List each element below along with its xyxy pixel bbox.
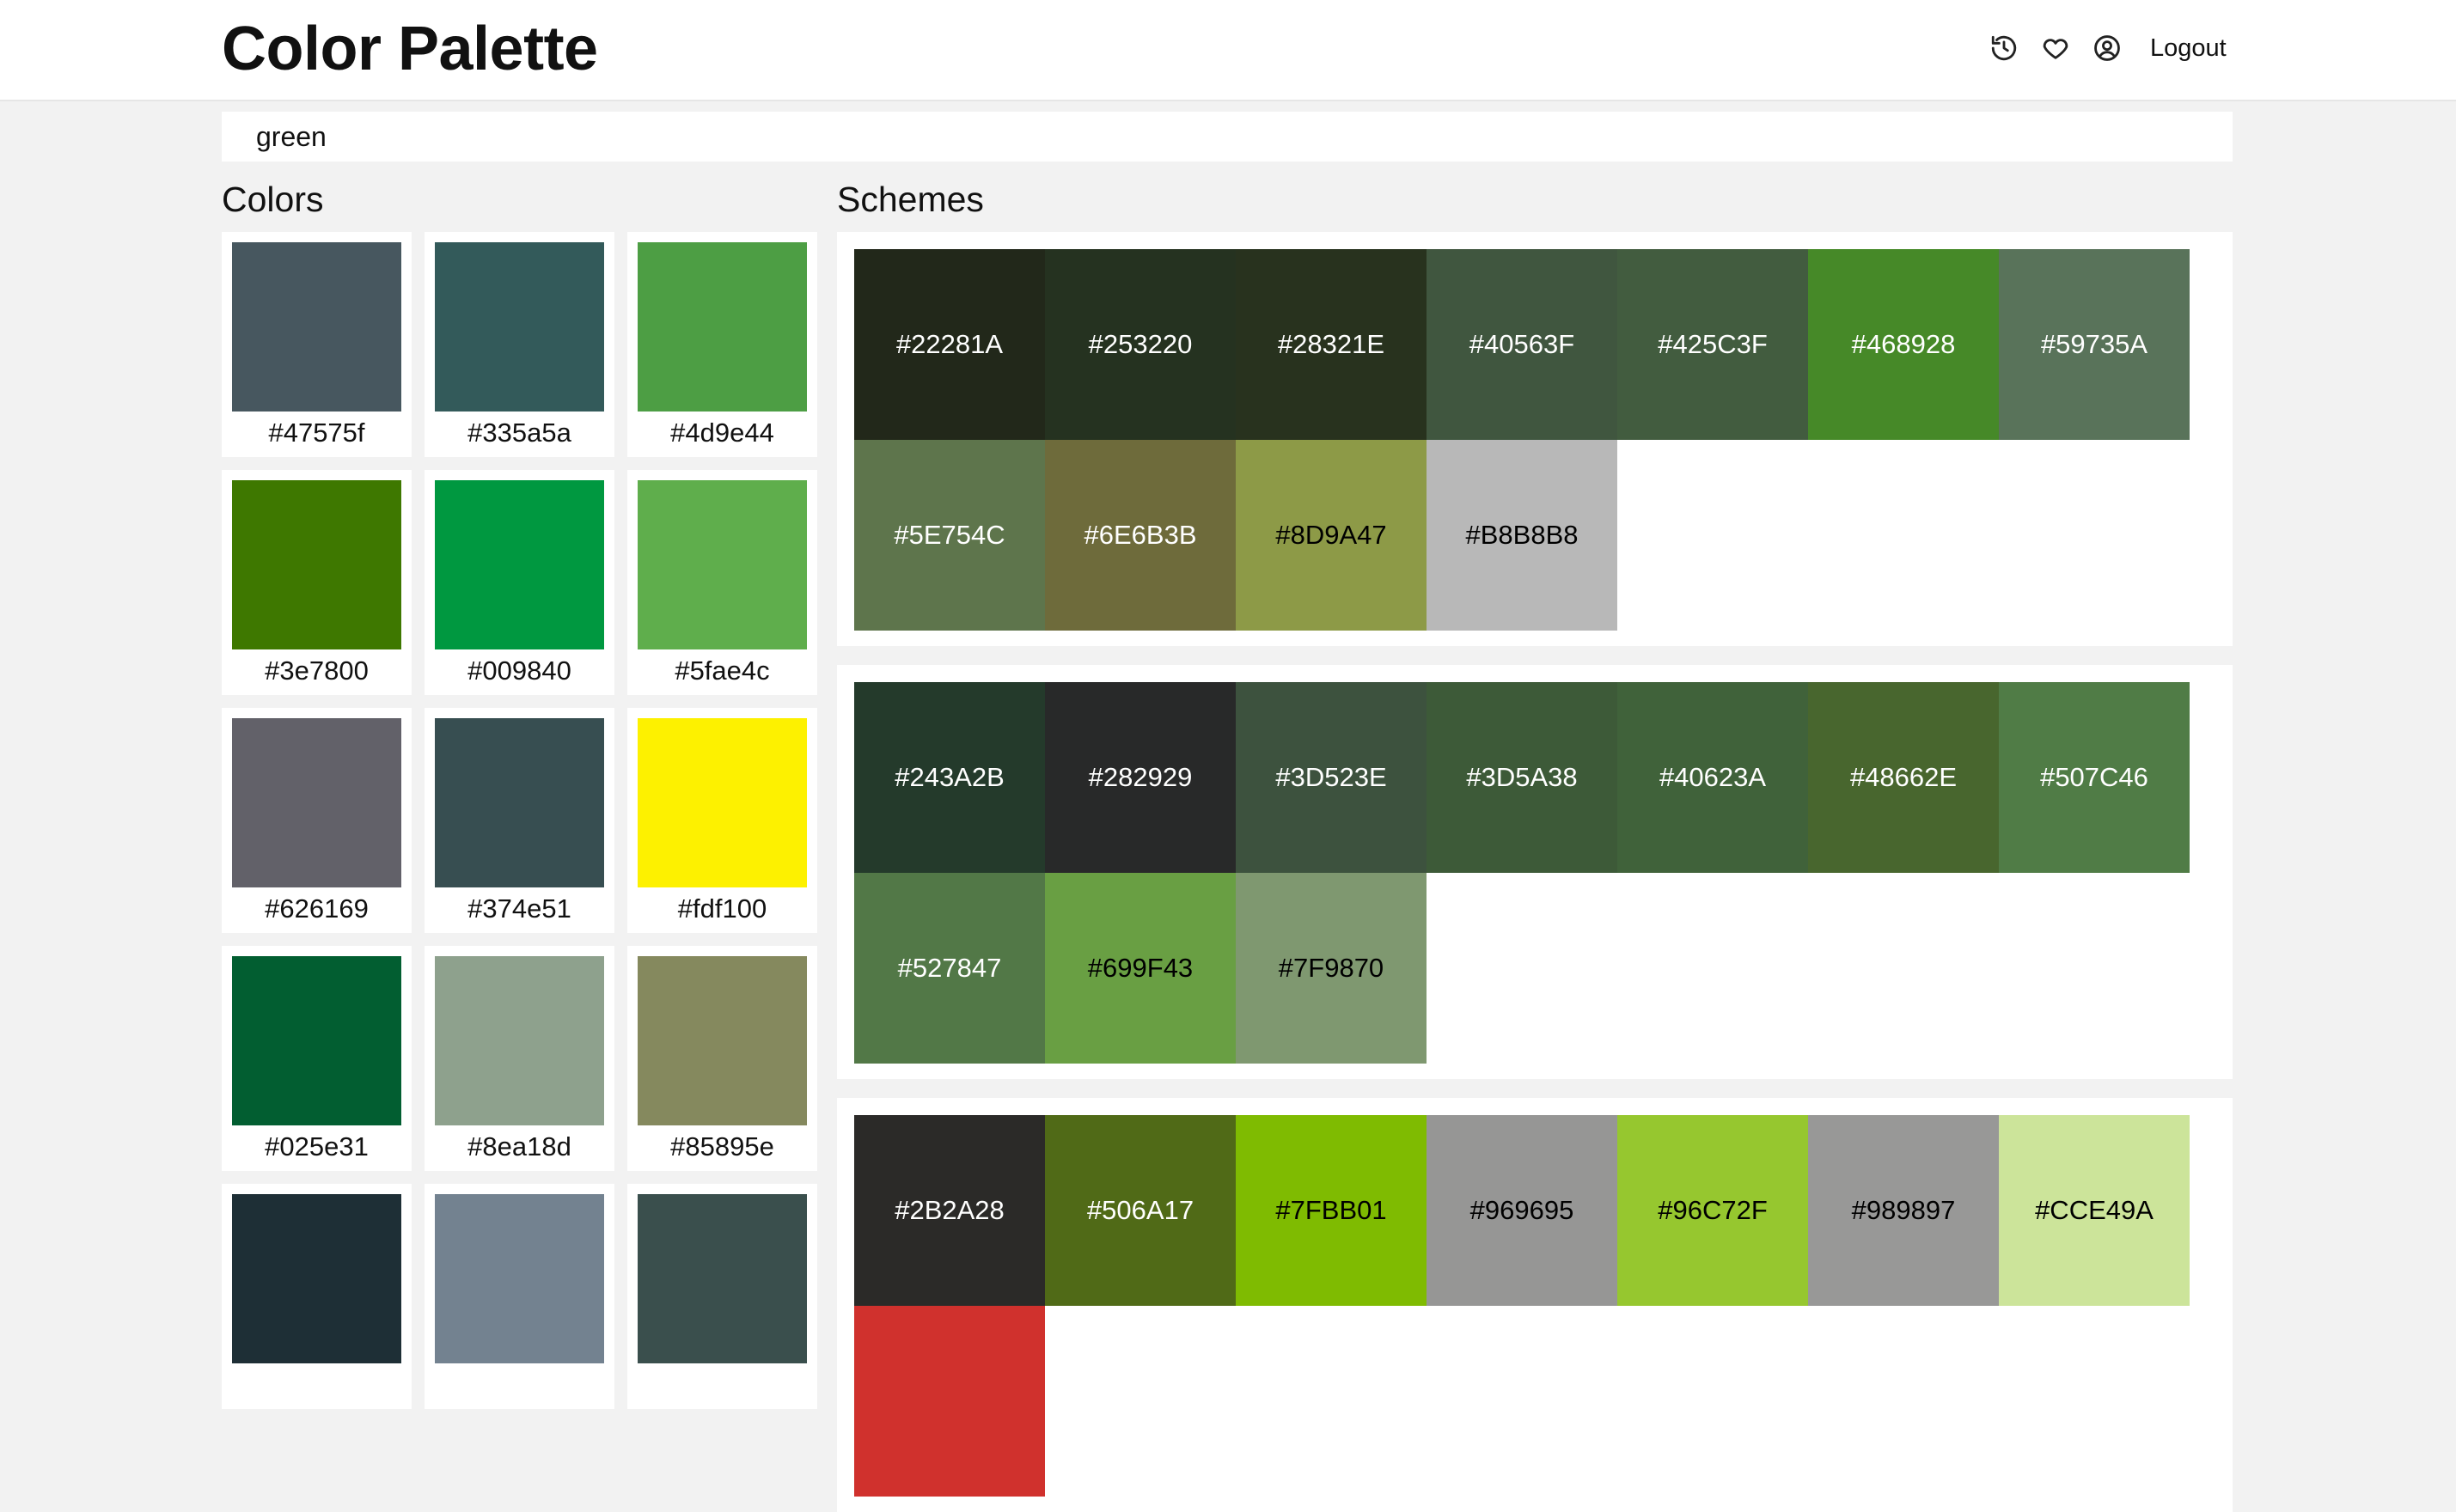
scheme-color-cell[interactable]: #253220 xyxy=(1045,249,1236,440)
scheme-color-cell[interactable]: #425C3F xyxy=(1617,249,1808,440)
color-hex-label: #fdf100 xyxy=(677,893,767,924)
scheme-card[interactable]: #2B2A28 #506A17 #7FBB01 #969695 #96C72F #9898… xyxy=(837,1098,2233,1512)
color-hex-label: #85895e xyxy=(670,1131,774,1161)
user-circle-icon[interactable] xyxy=(2092,33,2123,64)
color-hex-label: #025e31 xyxy=(265,1131,369,1161)
color-swatch[interactable] xyxy=(638,242,807,412)
scheme-color-cell[interactable]: #527847 xyxy=(854,873,1045,1064)
color-swatch[interactable] xyxy=(232,718,401,887)
color-swatch[interactable] xyxy=(232,480,401,649)
scheme-color-cell[interactable]: #6E6B3B xyxy=(1045,440,1236,631)
scheme-color-cell[interactable]: #48662E xyxy=(1808,682,1999,873)
account-button[interactable] xyxy=(2092,27,2123,69)
favorites-button[interactable] xyxy=(2040,27,2071,69)
color-hex-label: #374e51 xyxy=(467,893,571,924)
color-swatch[interactable] xyxy=(638,718,807,887)
scheme-color-cell[interactable]: #282929 xyxy=(1045,682,1236,873)
scheme-color-cell[interactable]: #507C46 xyxy=(1999,682,2190,873)
scheme-color-cell[interactable]: #3D5A38 xyxy=(1427,682,1617,873)
app-title: Color Palette xyxy=(222,15,598,83)
scheme-color-cell[interactable]: #8D9A47 xyxy=(1236,440,1427,631)
scheme-color-cell[interactable]: #40563F xyxy=(1427,249,1617,440)
logout-button[interactable]: Logout xyxy=(2150,34,2227,63)
color-card[interactable] xyxy=(627,1184,817,1409)
schemes-heading: Schemes xyxy=(837,180,984,219)
heart-icon[interactable] xyxy=(2040,33,2071,64)
color-swatch[interactable] xyxy=(435,242,604,412)
scheme-card[interactable]: #22281A #253220 #28321E #40563F #425C3F #4689… xyxy=(837,232,2233,646)
color-hex-label: #009840 xyxy=(467,655,571,686)
color-hex-label: #4d9e44 xyxy=(670,418,774,448)
color-card[interactable]: #374e51 xyxy=(425,708,614,933)
color-swatch[interactable] xyxy=(638,956,807,1125)
scheme-color-cell[interactable]: #989897 xyxy=(1808,1115,1999,1306)
color-swatch[interactable] xyxy=(232,1194,401,1363)
color-card[interactable]: #4d9e44 xyxy=(627,232,817,457)
color-card[interactable]: #009840 xyxy=(425,470,614,695)
scheme-color-cell[interactable]: #59735A xyxy=(1999,249,2190,440)
scheme-color-cell[interactable]: #22281A xyxy=(854,249,1045,440)
scheme-color-cell[interactable]: #468928 xyxy=(1808,249,1999,440)
scheme-color-cell[interactable]: #699F43 xyxy=(1045,873,1236,1064)
scheme-color-cell[interactable]: #96C72F xyxy=(1617,1115,1808,1306)
scheme-color-cell[interactable]: #243A2B xyxy=(854,682,1045,873)
scheme-card[interactable]: #243A2B #282929 #3D523E #3D5A38 #40623A #4866… xyxy=(837,665,2233,1079)
scheme-color-cell[interactable]: #CCE49A xyxy=(1999,1115,2190,1306)
color-card[interactable]: #5fae4c xyxy=(627,470,817,695)
color-hex-label: #8ea18d xyxy=(467,1131,571,1161)
color-hex-label: #3e7800 xyxy=(265,655,369,686)
scheme-color-cell[interactable]: #7FBB01 xyxy=(1236,1115,1427,1306)
scheme-color-cell[interactable]: #5E754C xyxy=(854,440,1045,631)
color-card[interactable] xyxy=(222,1184,412,1409)
scheme-color-cell[interactable]: #28321E xyxy=(1236,249,1427,440)
scheme-color-cell[interactable]: #B8B8B8 xyxy=(1427,440,1617,631)
color-swatch[interactable] xyxy=(638,1194,807,1363)
color-card[interactable]: #fdf100 xyxy=(627,708,817,933)
history-icon[interactable] xyxy=(1989,33,2019,64)
color-card[interactable]: #025e31 xyxy=(222,946,412,1171)
colors-heading: Colors xyxy=(222,180,324,219)
color-swatch[interactable] xyxy=(638,480,807,649)
color-swatch[interactable] xyxy=(435,480,604,649)
scheme-color-cell[interactable] xyxy=(854,1306,1045,1497)
scheme-color-cell[interactable]: #2B2A28 xyxy=(854,1115,1045,1306)
scheme-color-cell[interactable]: #40623A xyxy=(1617,682,1808,873)
color-swatch[interactable] xyxy=(232,242,401,412)
search-input[interactable] xyxy=(222,112,2233,162)
color-hex-label: #626169 xyxy=(265,893,369,924)
color-card[interactable]: #8ea18d xyxy=(425,946,614,1171)
color-card[interactable]: #47575f xyxy=(222,232,412,457)
scheme-color-cell[interactable]: #7F9870 xyxy=(1236,873,1427,1064)
color-hex-label: #47575f xyxy=(268,418,365,448)
color-swatch[interactable] xyxy=(232,956,401,1125)
color-card[interactable] xyxy=(425,1184,614,1409)
color-swatch[interactable] xyxy=(435,1194,604,1363)
scheme-color-cell[interactable]: #3D523E xyxy=(1236,682,1427,873)
color-card[interactable]: #626169 xyxy=(222,708,412,933)
color-card[interactable]: #85895e xyxy=(627,946,817,1171)
scheme-color-cell[interactable]: #506A17 xyxy=(1045,1115,1236,1306)
color-card[interactable]: #3e7800 xyxy=(222,470,412,695)
top-bar: Color Palette Logout xyxy=(0,0,2456,101)
color-hex-label: #5fae4c xyxy=(675,655,770,686)
scheme-color-cell[interactable]: #969695 xyxy=(1427,1115,1617,1306)
color-hex-label: #335a5a xyxy=(467,418,571,448)
color-swatch[interactable] xyxy=(435,956,604,1125)
color-card[interactable]: #335a5a xyxy=(425,232,614,457)
color-swatch[interactable] xyxy=(435,718,604,887)
history-button[interactable] xyxy=(1989,27,2019,69)
